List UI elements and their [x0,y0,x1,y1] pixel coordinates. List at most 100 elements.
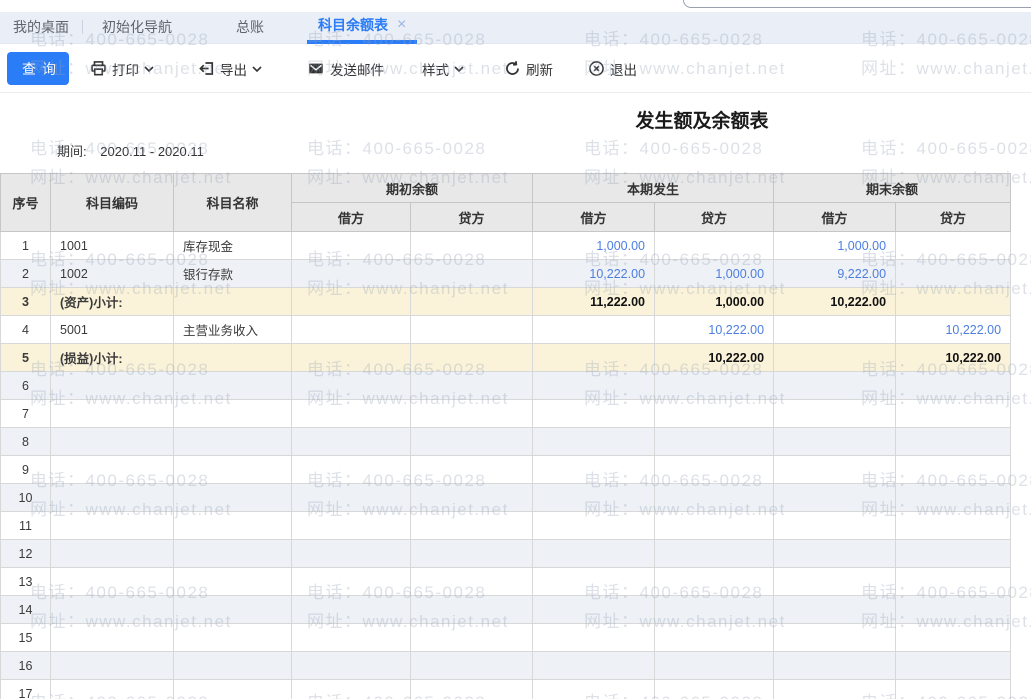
watermark-phone: 电话：400-665-0028 [584,134,763,159]
toolbar: 查询 打印 导出 [0,45,1031,93]
export-button[interactable]: 导出 [198,59,262,79]
cell-account-name [174,596,292,624]
cell-current-debit: 11,222.00 [533,288,655,316]
cell-seq: 12 [1,540,51,568]
table-row: 13 [1,568,1011,596]
chevron-down-icon [252,65,262,73]
cell-seq: 17 [1,680,51,699]
cell-closing-debit[interactable]: 1,000.00 [774,232,896,260]
exit-button[interactable]: 退出 [588,59,637,79]
cell-seq: 7 [1,400,51,428]
table-row: 10 [1,484,1011,512]
cell-closing-credit [896,624,1011,652]
cell-account-name [174,652,292,680]
cell-current-debit [533,540,655,568]
export-label: 导出 [220,59,247,79]
send-email-label: 发送邮件 [330,59,384,79]
print-button[interactable]: 打印 [90,59,154,79]
cell-opening-debit [292,260,411,288]
cell-current-debit [533,344,655,372]
cell-seq: 15 [1,624,51,652]
cell-account-name [174,680,292,699]
top-strip [0,0,1031,12]
header-credit: 贷方 [411,203,533,232]
tab-general-ledger[interactable]: 总账 [223,10,277,44]
style-label: 样式 [422,59,449,79]
cell-seq: 3 [1,288,51,316]
table-row: 14 [1,596,1011,624]
cell-closing-debit [774,596,896,624]
cell-closing-credit[interactable]: 10,222.00 [896,316,1011,344]
cell-current-credit: 10,222.00 [655,344,774,372]
cell-opening-debit [292,456,411,484]
cell-current-credit [655,232,774,260]
exit-label: 退出 [610,59,637,79]
send-email-button[interactable]: 发送邮件 [307,59,384,79]
cell-seq: 4 [1,316,51,344]
watermark-phone: 电话：400-665-0028 [307,134,486,159]
cell-opening-credit [411,232,533,260]
cell-current-debit [533,596,655,624]
cell-current-credit[interactable]: 10,222.00 [655,316,774,344]
cell-current-debit [533,428,655,456]
period-value: 2020.11 - 2020.11 [100,144,204,159]
cell-current-credit [655,400,774,428]
cell-current-credit [655,652,774,680]
tab-init-navigation[interactable]: 初始化导航 [89,10,185,44]
cell-current-credit[interactable]: 1,000.00 [655,260,774,288]
cell-current-credit [655,372,774,400]
cell-closing-credit [896,568,1011,596]
cell-account-name [174,344,292,372]
cell-current-debit[interactable]: 10,222.00 [533,260,655,288]
cell-account-name [174,456,292,484]
cell-account-code [51,484,174,512]
query-button[interactable]: 查询 [7,52,69,85]
cell-opening-credit [411,512,533,540]
cell-account-code: (资产)小计: [51,288,174,316]
tab-separator [82,20,83,34]
refresh-button[interactable]: 刷新 [504,59,553,79]
cell-closing-credit [896,484,1011,512]
cell-closing-debit [774,344,896,372]
cell-seq: 5 [1,344,51,372]
close-icon[interactable]: × [397,17,406,33]
cell-closing-debit [774,652,896,680]
table-row: 8 [1,428,1011,456]
cell-closing-credit [896,232,1011,260]
cell-account-code [51,652,174,680]
table-row: 3(资产)小计:11,222.001,000.0010,222.00 [1,288,1011,316]
search-box[interactable] [683,0,1031,8]
print-label: 打印 [112,59,139,79]
tab-bar: 我的桌面 初始化导航 总账 科目余额表 × [0,10,1031,44]
cell-closing-debit[interactable]: 9,222.00 [774,260,896,288]
tab-account-balance[interactable]: 科目余额表 × [307,10,417,44]
header-current-period: 本期发生 [533,174,774,203]
style-button[interactable]: 样式 [422,59,464,79]
cell-account-name: 库存现金 [174,232,292,260]
cell-closing-debit [774,512,896,540]
header-closing-balance: 期末余额 [774,174,1011,203]
table-row: 11 [1,512,1011,540]
cell-seq: 10 [1,484,51,512]
cell-account-code [51,624,174,652]
refresh-icon [504,60,521,77]
cell-account-code: 1001 [51,232,174,260]
cell-closing-credit [896,512,1011,540]
cell-closing-credit [896,372,1011,400]
cell-opening-credit [411,428,533,456]
cell-closing-debit [774,568,896,596]
cell-closing-credit [896,456,1011,484]
cell-account-name: 主营业务收入 [174,316,292,344]
cell-current-debit[interactable]: 1,000.00 [533,232,655,260]
cell-closing-debit: 10,222.00 [774,288,896,316]
cell-opening-debit [292,596,411,624]
table-row: 6 [1,372,1011,400]
cell-opening-credit [411,652,533,680]
cell-opening-debit [292,288,411,316]
cell-account-name [174,372,292,400]
tab-my-desktop[interactable]: 我的桌面 [0,10,82,44]
table-header: 序号 科目编码 科目名称 期初余额 本期发生 期末余额 借方 贷方 借方 贷方 … [1,174,1011,232]
cell-current-debit [533,456,655,484]
cell-seq: 11 [1,512,51,540]
cell-account-code [51,568,174,596]
